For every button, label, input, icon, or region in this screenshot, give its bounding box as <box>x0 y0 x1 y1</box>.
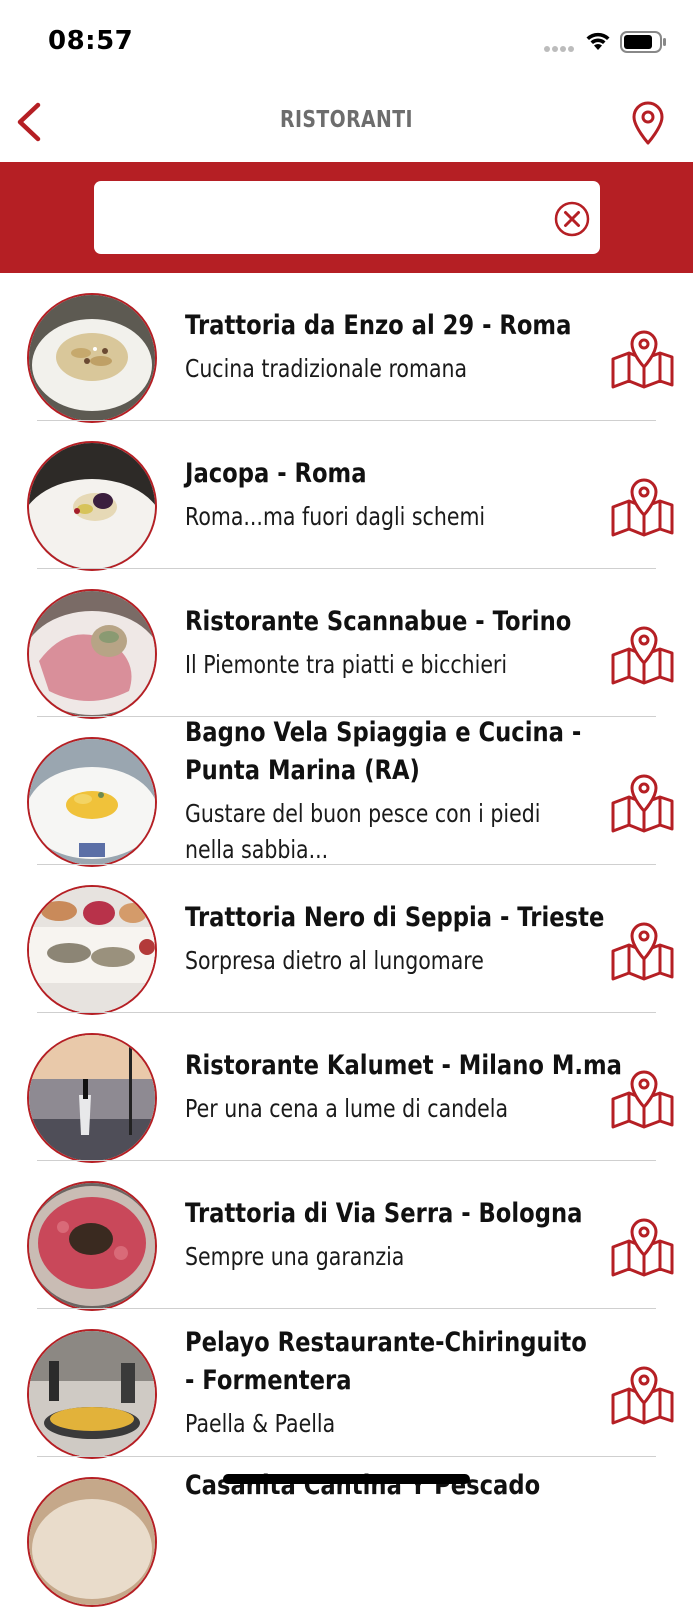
restaurant-photo <box>27 1181 157 1311</box>
navigation-bar: RISTORANTI <box>0 82 693 162</box>
restaurant-name: Ristorante Scannabue - Torino <box>185 606 572 637</box>
search-field[interactable] <box>94 181 600 254</box>
restaurant-text: Bagno Vela Spiaggia e Cucina - Punta Mar… <box>185 717 585 865</box>
search-input[interactable] <box>108 191 552 245</box>
list-item[interactable]: Jacopa - Roma Roma...ma fuori dagli sche… <box>0 421 693 571</box>
restaurant-name-line-2: Punta Marina (RA) <box>185 755 420 786</box>
list-item[interactable]: Ristorante Kalumet - Milano M.ma Per una… <box>0 1013 693 1163</box>
map-pin-icon <box>632 101 664 145</box>
restaurant-description: Cucina tradizionale romana <box>185 354 468 383</box>
restaurant-name: Trattoria da Enzo al 29 - Roma <box>185 310 572 341</box>
list-item[interactable]: Ristorante Scannabue - Torino Il Piemont… <box>0 569 693 719</box>
list-item[interactable]: Pelayo Restaurante-Chiringuito - Forment… <box>0 1309 693 1459</box>
restaurant-photo <box>27 1477 157 1607</box>
map-button[interactable] <box>610 917 676 983</box>
restaurant-name-line-2: - Formentera <box>185 1365 352 1396</box>
map-button[interactable] <box>610 1065 676 1131</box>
map-button[interactable] <box>610 621 676 687</box>
map-location-icon <box>611 1366 674 1425</box>
restaurant-text: Jacopa - Roma Roma...ma fuori dagli sche… <box>185 421 585 569</box>
wifi-icon <box>586 32 610 50</box>
home-indicator[interactable] <box>223 1474 470 1484</box>
map-location-icon <box>611 1070 674 1129</box>
map-button[interactable] <box>610 769 676 835</box>
map-button[interactable] <box>610 473 676 539</box>
restaurant-text: Trattoria di Via Serra - Bologna Sempre … <box>185 1161 585 1309</box>
map-location-icon <box>611 774 674 833</box>
restaurant-description: Per una cena a lume di candela <box>185 1094 509 1123</box>
restaurant-name-line-1: Bagno Vela Spiaggia e Cucina - <box>185 717 582 748</box>
map-location-icon <box>611 478 674 537</box>
restaurant-name: Casanita Cantina Y Pescado <box>185 1470 541 1501</box>
cellular-signal-icon <box>544 46 574 52</box>
clear-search-button[interactable] <box>553 200 591 238</box>
location-button[interactable] <box>626 100 670 146</box>
restaurant-photo <box>27 1329 157 1459</box>
map-button[interactable] <box>610 1213 676 1279</box>
restaurant-description: Sempre una garanzia <box>185 1242 405 1271</box>
restaurant-name-line-1: Pelayo Restaurante-Chiringuito <box>185 1327 587 1358</box>
restaurant-description-line-1: Gustare del buon pesce con i piedi <box>185 799 541 828</box>
map-location-icon <box>611 922 674 981</box>
restaurant-photo <box>27 293 157 423</box>
map-button[interactable] <box>610 1361 676 1427</box>
map-button[interactable] <box>610 325 676 391</box>
chevron-left-icon <box>17 102 41 142</box>
clear-circle-icon <box>554 201 590 237</box>
map-location-icon <box>611 330 674 389</box>
restaurant-name: Trattoria di Via Serra - Bologna <box>185 1198 583 1229</box>
restaurant-photo <box>27 589 157 719</box>
restaurant-name: Jacopa - Roma <box>185 458 367 489</box>
restaurant-name: Trattoria Nero di Seppia - Trieste <box>185 902 605 933</box>
restaurant-photo <box>27 885 157 1015</box>
search-bar <box>0 162 693 273</box>
restaurant-text: Pelayo Restaurante-Chiringuito - Forment… <box>185 1309 587 1457</box>
restaurant-name: Ristorante Kalumet - Milano M.ma <box>185 1050 622 1081</box>
list-item[interactable]: Bagno Vela Spiaggia e Cucina - Punta Mar… <box>0 717 693 867</box>
restaurant-photo <box>27 737 157 867</box>
restaurant-description: Paella & Paella <box>185 1409 336 1438</box>
restaurant-text: Trattoria Nero di Seppia - Trieste Sorpr… <box>185 865 605 1013</box>
restaurant-photo <box>27 441 157 571</box>
status-bar: 08:57 <box>0 0 693 80</box>
map-location-icon <box>611 626 674 685</box>
list-item[interactable]: Trattoria Nero di Seppia - Trieste Sorpr… <box>0 865 693 1015</box>
back-button[interactable] <box>10 100 50 144</box>
battery-icon <box>620 31 666 53</box>
restaurant-text: Ristorante Kalumet - Milano M.ma Per una… <box>185 1013 622 1161</box>
map-location-icon <box>611 1218 674 1277</box>
restaurant-description: Sorpresa dietro al lungomare <box>185 946 484 975</box>
restaurant-photo <box>27 1033 157 1163</box>
restaurant-description: Il Piemonte tra piatti e bicchieri <box>185 650 508 679</box>
status-time: 08:57 <box>48 26 134 56</box>
restaurant-list: Trattoria da Enzo al 29 - Roma Cucina tr… <box>0 273 693 1607</box>
restaurant-text: Ristorante Scannabue - Torino Il Piemont… <box>185 569 585 717</box>
list-item[interactable]: Trattoria da Enzo al 29 - Roma Cucina tr… <box>0 273 693 423</box>
list-item[interactable]: Trattoria di Via Serra - Bologna Sempre … <box>0 1161 693 1311</box>
restaurant-description: Roma...ma fuori dagli schemi <box>185 502 486 531</box>
restaurant-text: Trattoria da Enzo al 29 - Roma Cucina tr… <box>185 273 585 421</box>
restaurant-description-line-2: nella sabbia... <box>185 835 329 864</box>
page-title: RISTORANTI <box>280 107 413 133</box>
